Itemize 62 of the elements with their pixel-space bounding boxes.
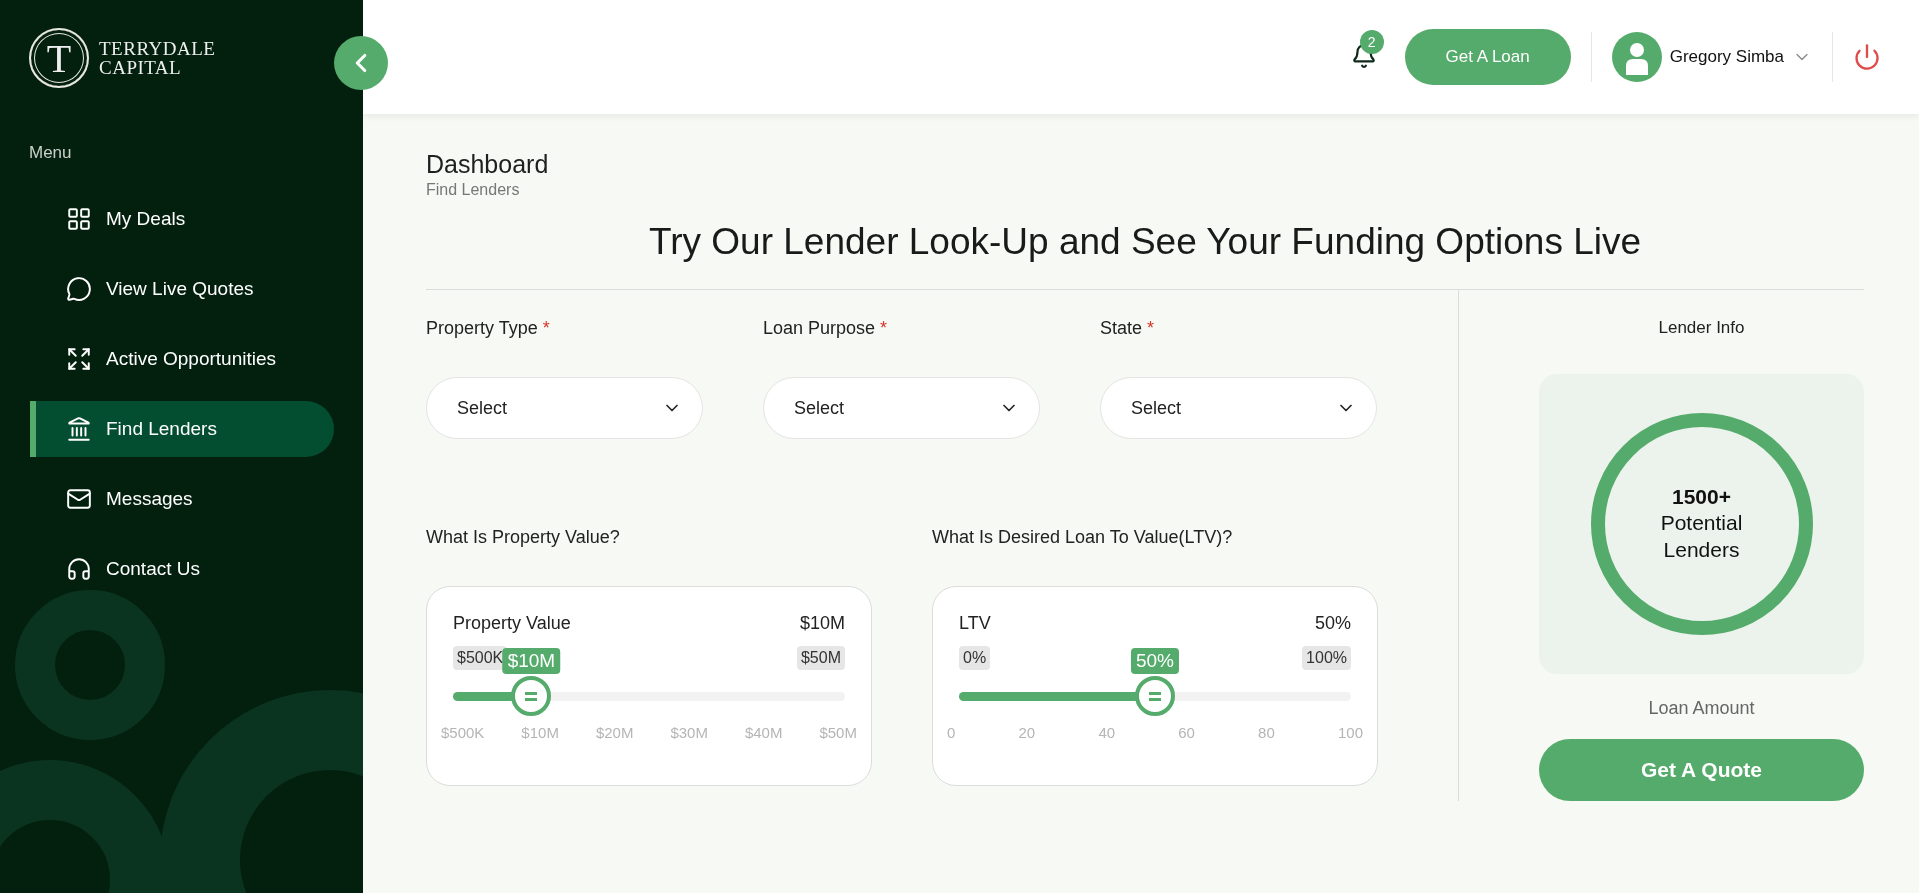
- slider-reading: 50%: [1314, 613, 1351, 634]
- slider-track[interactable]: [959, 691, 1351, 701]
- slider-reading: $10M: [799, 613, 845, 634]
- slider-track[interactable]: [453, 691, 845, 701]
- tick-label: $30M: [670, 724, 708, 741]
- min-label: 0%: [959, 646, 991, 670]
- headset-icon: [66, 556, 92, 582]
- logo-mark: T: [29, 28, 89, 88]
- notification-badge: 2: [1359, 30, 1384, 54]
- expand-icon: [66, 346, 92, 372]
- loan-amount-label: Loan Amount: [1648, 698, 1755, 719]
- panel-title: Lender Info: [1658, 318, 1745, 338]
- max-label: 100%: [1302, 646, 1351, 670]
- tick-label: 20: [1018, 724, 1036, 741]
- value-tooltip: 50%: [1131, 648, 1179, 674]
- sidebar-item[interactable]: Active Opportunities: [30, 331, 334, 387]
- headline: Try Our Lender Look-Up and See Your Funding Options Live: [647, 221, 1643, 263]
- field-label: State *: [1100, 318, 1156, 339]
- sidebar-item[interactable]: Contact Us: [30, 541, 334, 597]
- menu-heading: Menu: [28, 142, 73, 163]
- logo-text: TERRYDALE: [99, 39, 216, 58]
- tick-label: 100: [1337, 724, 1363, 741]
- grid-icon: [66, 206, 92, 232]
- tick-label: $10M: [521, 724, 559, 741]
- sidebar-item[interactable]: View Live Quotes: [30, 261, 334, 317]
- tick-label: $40M: [744, 724, 783, 741]
- select-field[interactable]: Select: [1100, 377, 1377, 439]
- field-label: Property Type *: [426, 318, 551, 339]
- tick-label: $20M: [595, 724, 634, 741]
- select-field[interactable]: Select: [763, 377, 1040, 439]
- power-icon[interactable]: [1853, 43, 1881, 71]
- tick-label: 80: [1258, 724, 1275, 741]
- sidebar-item[interactable]: My Deals: [30, 191, 334, 247]
- avatar-icon: [1611, 32, 1662, 82]
- lender-count: 1500+: [1672, 484, 1731, 509]
- mail-icon: [66, 486, 92, 512]
- field-label: Loan Purpose *: [763, 318, 889, 339]
- sidebar-item[interactable]: Messages: [30, 471, 334, 527]
- user-menu[interactable]: Gregory Simba: [1611, 32, 1812, 82]
- grip-icon: [1149, 691, 1161, 701]
- tick-label: $500K: [441, 724, 485, 741]
- grip-icon: [525, 691, 538, 701]
- tick-label: 60: [1178, 724, 1195, 741]
- slider-question: What Is Desired Loan To Value(LTV)?: [932, 527, 1234, 548]
- select-field[interactable]: Select: [426, 377, 703, 439]
- page-title: Dashboard: [426, 150, 550, 179]
- slider-question: What Is Property Value?: [426, 527, 621, 548]
- lender-count-label: Potential Lenders: [1659, 509, 1744, 563]
- breadcrumb: Find Lenders: [426, 181, 521, 199]
- sidebar-item[interactable]: Find Lenders: [30, 401, 334, 457]
- slider-thumb[interactable]: [1135, 676, 1175, 716]
- logo-text: CAPITAL: [99, 58, 183, 77]
- bank-icon: [66, 416, 92, 442]
- tick-label: $50M: [819, 724, 857, 741]
- tick-label: 40: [1098, 724, 1116, 741]
- speech-bubble-icon: [66, 276, 92, 302]
- slider-title: LTV: [959, 613, 991, 634]
- slider-thumb[interactable]: [511, 676, 552, 716]
- max-label: $50M: [796, 646, 845, 670]
- tick-label: 0: [947, 724, 956, 741]
- value-tooltip: $10M: [502, 648, 561, 674]
- slider-title: Property Value: [453, 613, 571, 634]
